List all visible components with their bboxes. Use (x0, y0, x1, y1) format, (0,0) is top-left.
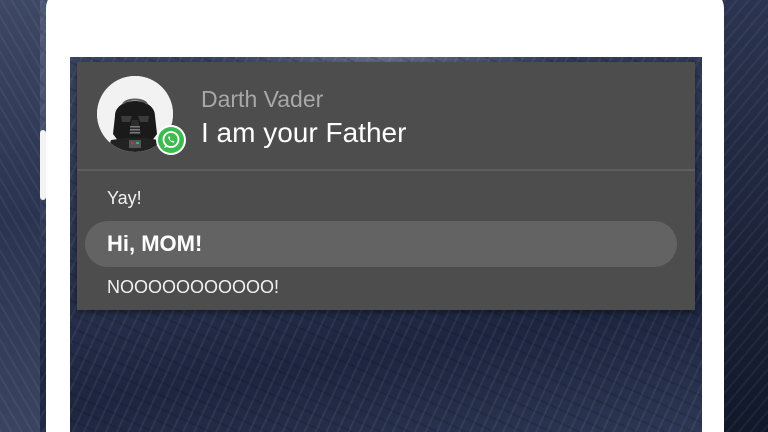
message-item[interactable]: NOOOOOOOOOOO! (107, 277, 279, 298)
screen: Darth Vader I am your Father Yay! Hi, MO… (0, 0, 768, 432)
message-item-highlighted[interactable]: Hi, MOM! (85, 221, 677, 267)
notification-card[interactable]: Darth Vader I am your Father Yay! Hi, MO… (77, 62, 695, 310)
message-item[interactable]: Yay! (107, 188, 142, 209)
sender-name: Darth Vader (201, 86, 324, 112)
wallpaper-left (0, 0, 40, 432)
notification-header[interactable]: Darth Vader I am your Father (77, 62, 695, 169)
divider (77, 169, 695, 171)
whatsapp-icon (156, 125, 186, 155)
wallpaper-right (724, 0, 768, 432)
message-text: Hi, MOM! (107, 231, 203, 256)
notification-title: I am your Father (201, 117, 407, 148)
